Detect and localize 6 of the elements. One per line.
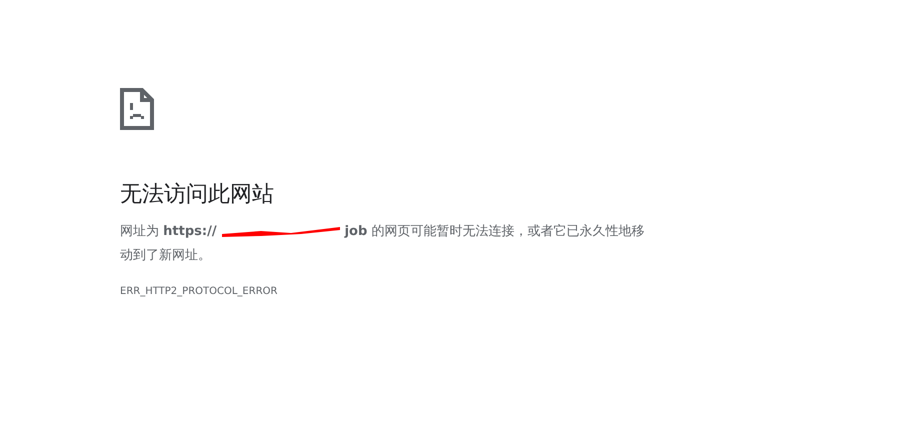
error-message: job 的网页可能暂时无法连接，或者它已永久性地移 (344, 223, 644, 241)
error-heading: 无法访问此网站 (120, 181, 275, 209)
error-message: 网址为 https:// (120, 223, 217, 241)
error-message: 动到了新网址。 (120, 247, 211, 265)
error-code: ERR_HTTP2_PROTOCOL_ERROR (120, 286, 278, 297)
sad-document-icon (120, 88, 154, 130)
